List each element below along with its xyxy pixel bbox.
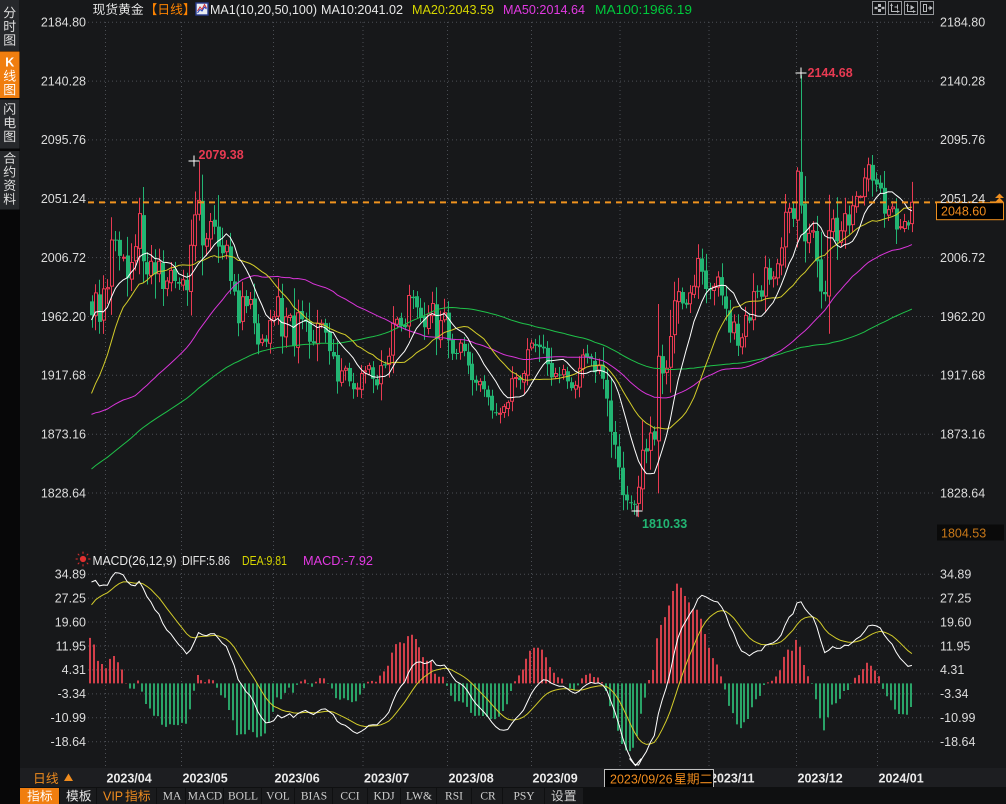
svg-text:1962.20: 1962.20 [41, 310, 86, 324]
svg-text:VOL: VOL [266, 791, 290, 803]
svg-text:DEA:9.81: DEA:9.81 [242, 553, 287, 568]
svg-text:BIAS: BIAS [301, 791, 327, 803]
svg-text:VIP: VIP [103, 790, 123, 804]
svg-text:4.31: 4.31 [62, 663, 86, 677]
svg-text:1917.68: 1917.68 [940, 369, 985, 383]
svg-text:CCI: CCI [340, 791, 359, 803]
svg-text:2023/12: 2023/12 [798, 772, 843, 786]
svg-text:CR: CR [480, 791, 496, 803]
svg-text:KDJ: KDJ [373, 791, 395, 803]
svg-text:27.25: 27.25 [940, 591, 971, 605]
svg-text:19.60: 19.60 [940, 615, 971, 629]
svg-text:2023/09: 2023/09 [533, 772, 578, 786]
svg-text:2006.72: 2006.72 [940, 251, 985, 265]
svg-text:34.89: 34.89 [940, 568, 971, 582]
svg-text:19.60: 19.60 [55, 615, 86, 629]
svg-text:MA100:1966.19: MA100:1966.19 [595, 2, 692, 17]
svg-text:-18.64: -18.64 [51, 735, 86, 749]
svg-text:BOLL: BOLL [228, 791, 258, 803]
svg-text:2095.76: 2095.76 [940, 133, 985, 147]
svg-text:MA: MA [163, 791, 182, 803]
svg-text:2023/11: 2023/11 [710, 772, 755, 786]
svg-text:MACD: MACD [188, 791, 223, 803]
svg-text:2079.38: 2079.38 [199, 148, 244, 162]
svg-text:LW&: LW& [406, 791, 432, 803]
svg-text:2051.24: 2051.24 [41, 192, 86, 206]
svg-text:2140.28: 2140.28 [940, 74, 985, 88]
svg-text:MA20:2043.59: MA20:2043.59 [412, 2, 494, 17]
svg-text:2095.76: 2095.76 [41, 133, 86, 147]
svg-text:-10.99: -10.99 [940, 711, 975, 725]
svg-text:4.31: 4.31 [940, 663, 964, 677]
svg-text:MA10:2041.02: MA10:2041.02 [321, 2, 403, 17]
svg-text:1828.64: 1828.64 [940, 486, 985, 500]
svg-text:MA50:2014.64: MA50:2014.64 [503, 2, 585, 17]
svg-text:27.25: 27.25 [55, 591, 86, 605]
svg-text:2140.28: 2140.28 [41, 74, 86, 88]
svg-text:2023/09/26: 2023/09/26 [610, 773, 673, 787]
svg-text:2023/06: 2023/06 [275, 772, 320, 786]
svg-text:2006.72: 2006.72 [41, 251, 86, 265]
svg-text:PSY: PSY [513, 791, 535, 803]
svg-text:1873.16: 1873.16 [940, 428, 985, 442]
svg-text:1828.64: 1828.64 [41, 486, 86, 500]
svg-text:K: K [5, 56, 14, 70]
svg-text:2023/07: 2023/07 [364, 772, 409, 786]
svg-text:2144.68: 2144.68 [808, 66, 853, 80]
svg-text:1810.33: 1810.33 [642, 517, 687, 531]
svg-text:11.95: 11.95 [940, 639, 970, 653]
svg-text:-3.34: -3.34 [58, 687, 87, 701]
svg-text:11.95: 11.95 [56, 639, 86, 653]
svg-text:-10.99: -10.99 [51, 711, 86, 725]
svg-text:DIFF:5.86: DIFF:5.86 [182, 553, 230, 568]
svg-text:-3.34: -3.34 [940, 687, 969, 701]
svg-text:2184.80: 2184.80 [940, 16, 985, 30]
svg-text:MACD(26,12,9): MACD(26,12,9) [93, 553, 177, 568]
svg-text:2048.60: 2048.60 [941, 205, 986, 219]
svg-text:1962.20: 1962.20 [940, 310, 985, 324]
svg-text:2023/08: 2023/08 [449, 772, 494, 786]
svg-text:MA1(10,20,50,100): MA1(10,20,50,100) [210, 2, 317, 17]
svg-text:2024/01: 2024/01 [879, 772, 924, 786]
svg-text:RSI: RSI [445, 791, 463, 803]
svg-text:2023/04: 2023/04 [107, 772, 152, 786]
svg-text:2023/05: 2023/05 [183, 772, 228, 786]
svg-text:MACD:-7.92: MACD:-7.92 [303, 553, 373, 568]
svg-text:-18.64: -18.64 [940, 735, 975, 749]
svg-text:1873.16: 1873.16 [41, 428, 86, 442]
svg-text:2184.80: 2184.80 [41, 16, 86, 30]
svg-text:34.89: 34.89 [55, 568, 86, 582]
svg-text:1804.53: 1804.53 [941, 527, 986, 541]
svg-text:1917.68: 1917.68 [41, 369, 86, 383]
